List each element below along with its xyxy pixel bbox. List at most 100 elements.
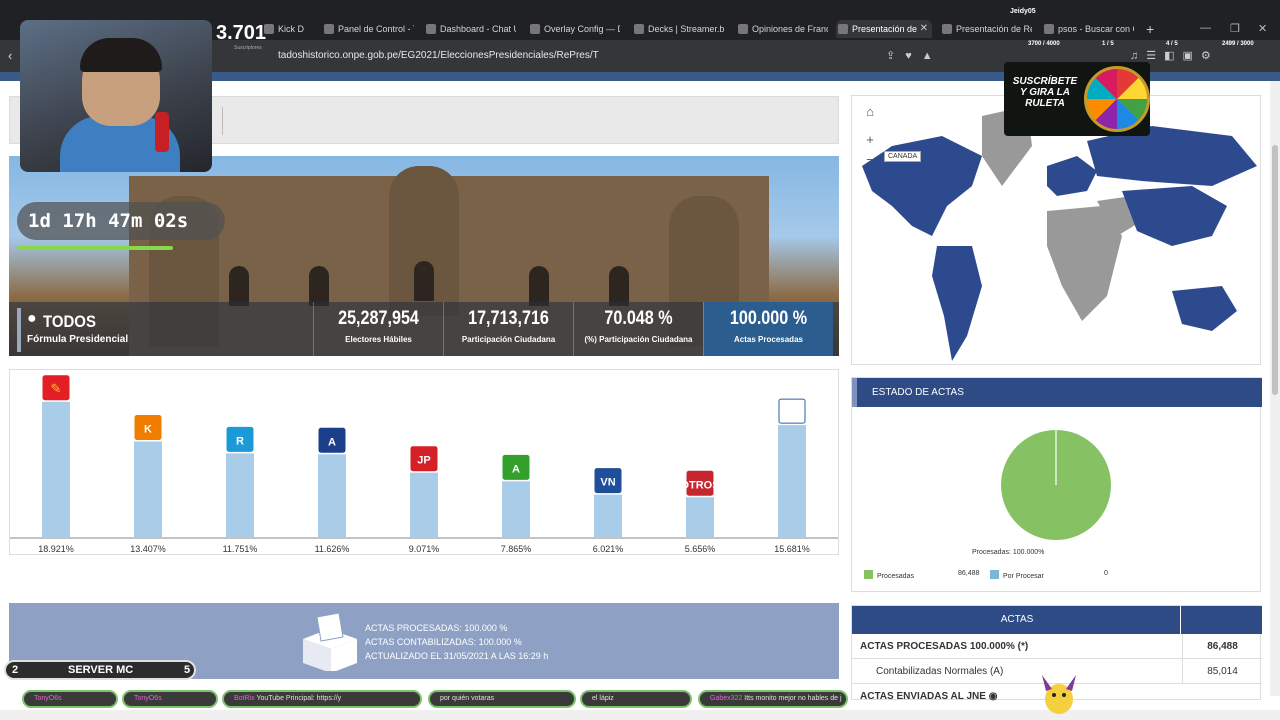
map-europe bbox=[1047, 156, 1097, 196]
ballot-box-icon bbox=[303, 612, 357, 671]
tab-label: Panel de Control - T bbox=[338, 24, 414, 34]
legend-swatch-por-procesar bbox=[990, 570, 999, 579]
minimize-icon[interactable]: — bbox=[1200, 22, 1211, 34]
ruleta-overlay: SUSCRÍBETE Y GIRA LA RULETA bbox=[1004, 62, 1150, 136]
new-tab-icon[interactable]: + bbox=[1146, 21, 1154, 37]
webcam-overlay bbox=[20, 20, 212, 172]
actas-label: Actas Procesadas bbox=[734, 335, 803, 344]
scrollbar-thumb[interactable] bbox=[1272, 145, 1278, 395]
chat-message: TonyO6s bbox=[22, 690, 118, 708]
bar-value-label: 7.865% bbox=[501, 544, 532, 554]
party-logo-label: R bbox=[236, 435, 244, 447]
chat-text: Itts monito mejor no hables de j bbox=[744, 695, 842, 702]
browser-tab[interactable]: psos - Buscar con G bbox=[1042, 20, 1134, 38]
tab-label: Presentación de Re bbox=[956, 24, 1032, 34]
map-north-america bbox=[862, 136, 982, 236]
url-field[interactable]: tadoshistorico.onpe.gob.pe/EG2021/Elecci… bbox=[278, 50, 599, 61]
chat-text: por quién votaras bbox=[440, 695, 495, 702]
chat-message: el lápiz bbox=[580, 690, 692, 708]
address-actions-icon[interactable]: ⇪♥▲ bbox=[886, 49, 943, 62]
maximize-icon[interactable]: ❐ bbox=[1230, 22, 1240, 35]
subscriber-counter: 3.701 Suscriptores bbox=[216, 22, 276, 62]
bar-value-label: 11.751% bbox=[223, 544, 258, 554]
formula-label: Fórmula Presidencial bbox=[27, 334, 129, 345]
bar-value-label: 13.407% bbox=[130, 544, 166, 554]
bar-3 bbox=[226, 453, 254, 538]
server-right-number: 5 bbox=[184, 664, 191, 676]
tab-favicon-icon bbox=[426, 24, 436, 34]
bar-value-label: 11.626% bbox=[315, 544, 350, 554]
bar-6 bbox=[502, 481, 530, 538]
location-filter[interactable]: ● TODOS Fórmula Presidencial bbox=[17, 308, 307, 352]
divider bbox=[222, 107, 223, 135]
electores-label: Electores Hábiles bbox=[345, 335, 412, 344]
legend-procesadas-label: Procesadas bbox=[877, 573, 914, 580]
participacion-pct-value: 70.048 % bbox=[604, 308, 673, 329]
location-pin-icon: ● bbox=[27, 310, 37, 327]
tab-label: Dashboard - Chat U bbox=[440, 24, 516, 34]
close-window-icon[interactable]: ✕ bbox=[1258, 22, 1267, 35]
extensions-icon[interactable]: ♫☰◧▣⚙ bbox=[1130, 49, 1219, 62]
pie-caption: Procesadas: 100.000% bbox=[972, 549, 1045, 556]
row-label-text: ACTAS ENVIADAS AL JNE bbox=[860, 691, 986, 702]
chat-message: BotRix YouTube Principal: https://y bbox=[222, 690, 422, 708]
bar-1 bbox=[42, 401, 70, 538]
server-mc-badge: 2 SERVER MC 5 bbox=[4, 660, 196, 680]
browser-tab[interactable]: Presentación de Re bbox=[940, 20, 1032, 38]
goal-counter: 1 / 5 bbox=[1102, 41, 1114, 47]
chat-text: YouTube Principal: https://y bbox=[256, 695, 342, 702]
home-icon[interactable]: ⌂ bbox=[862, 104, 878, 120]
bar-value-label: 5.656% bbox=[685, 544, 716, 554]
bar-5 bbox=[410, 472, 438, 538]
participacion-label: Participación Ciudadana bbox=[461, 335, 556, 344]
stats-bar: ● TODOS Fórmula Presidencial 25,287,954 … bbox=[9, 302, 839, 356]
browser-tab-active[interactable]: Presentación de ✕ bbox=[836, 20, 932, 38]
map-south-america bbox=[932, 246, 982, 361]
bar-2 bbox=[134, 441, 162, 538]
tab-label: psos - Buscar con G bbox=[1058, 24, 1134, 34]
bar-9 bbox=[778, 425, 806, 538]
row-label: ACTAS PROCESADAS 100.000% (*) bbox=[860, 641, 1029, 652]
palace-window bbox=[229, 266, 249, 306]
participacion-pct-label: (%) Participación Ciudadana bbox=[584, 335, 693, 344]
por-procesar-count: 0 bbox=[1104, 570, 1108, 577]
chat-user: Gabex322 bbox=[710, 695, 743, 702]
summary-updated: ACTUALIZADO EL 31/05/2021 A LAS 16:29 h bbox=[365, 651, 549, 661]
browser-tab[interactable]: Overlay Config — D bbox=[528, 20, 620, 38]
bar-8 bbox=[686, 497, 714, 538]
browser-tab[interactable]: Opiniones de Franc bbox=[736, 20, 828, 38]
summary-contabilizadas: ACTAS CONTABILIZADAS: 100.000 % bbox=[365, 637, 522, 647]
browser-tab[interactable]: Panel de Control - T bbox=[322, 20, 414, 38]
pencil-icon: ✎ bbox=[51, 381, 62, 396]
timer-progress-bar bbox=[17, 246, 173, 250]
chat-ticker: TonyO6s TonyO6s BotRix YouTube Principal… bbox=[0, 690, 850, 710]
horizontal-scrollbar[interactable] bbox=[0, 710, 1280, 720]
tab-label: Opiniones de Franc bbox=[752, 24, 828, 34]
back-arrow-icon[interactable]: ‹ bbox=[8, 48, 12, 63]
close-icon[interactable]: ✕ bbox=[920, 20, 928, 38]
chat-user: TonyO6s bbox=[34, 695, 62, 702]
tab-label: Overlay Config — D bbox=[544, 24, 620, 34]
bar-7 bbox=[594, 494, 622, 538]
browser-tab[interactable]: Decks | Streamer.bo bbox=[632, 20, 724, 38]
ruleta-text: SUSCRÍBETE Y GIRA LA RULETA bbox=[1012, 76, 1078, 109]
eye-icon[interactable]: ◉ bbox=[989, 691, 998, 702]
participacion-pct-stat: 70.048 % (%) Participación Ciudadana bbox=[573, 302, 703, 356]
zoom-out-icon[interactable]: − bbox=[862, 152, 878, 168]
vertical-scrollbar[interactable] bbox=[1270, 81, 1280, 696]
tab-label: Decks | Streamer.bo bbox=[648, 24, 724, 34]
row-value: 86,488 bbox=[1182, 634, 1262, 659]
electores-value: 25,287,954 bbox=[338, 308, 419, 329]
server-name: SERVER MC bbox=[68, 664, 134, 676]
map-svg bbox=[862, 106, 1257, 361]
actas-stat: 100.000 % Actas Procesadas bbox=[703, 302, 833, 356]
party-logo-label: VN bbox=[600, 477, 615, 489]
subscriber-count: 3.701 bbox=[216, 22, 267, 44]
browser-tab[interactable]: Dashboard - Chat U bbox=[424, 20, 516, 38]
party-logo-icon bbox=[778, 398, 806, 424]
legend-por-procesar: Por Procesar bbox=[990, 570, 1044, 580]
chat-user: BotRix bbox=[234, 695, 255, 702]
palace-window bbox=[414, 261, 434, 301]
zoom-in-icon[interactable]: + bbox=[862, 132, 878, 148]
goal-counter: 3700 / 4000 bbox=[1028, 41, 1060, 47]
